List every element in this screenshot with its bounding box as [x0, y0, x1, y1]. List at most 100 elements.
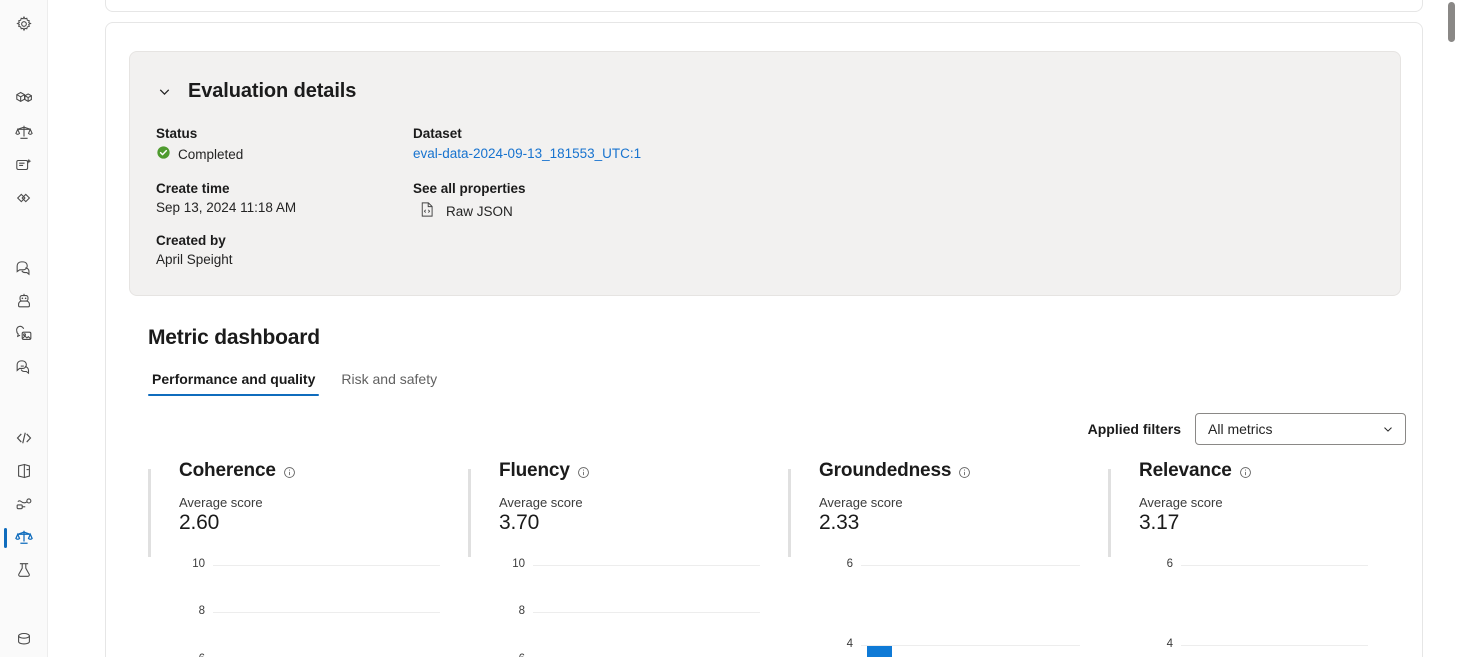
dataset-link[interactable]: eval-data-2024-09-13_181553_UTC:1: [413, 146, 641, 161]
gridline: [533, 612, 760, 613]
info-icon[interactable]: [577, 463, 590, 485]
raw-json-label: Raw JSON: [446, 203, 513, 219]
created-by-value: April Speight: [156, 252, 233, 267]
page-scrollbar-thumb[interactable]: [1448, 2, 1455, 42]
metric-title: Relevance: [1139, 460, 1232, 481]
command-toolbar: Refresh Export result Add custom chart: [105, 0, 1423, 12]
gridline: [533, 565, 760, 566]
y-tick: 4: [1166, 638, 1173, 650]
chat-icon: [15, 259, 33, 277]
info-icon[interactable]: [958, 463, 971, 485]
sidebar-item-evaluation-active[interactable]: [0, 521, 48, 554]
create-time-field: Create time Sep 13, 2024 11:18 AM: [156, 181, 406, 215]
sidebar-item-evaluations[interactable]: [0, 115, 48, 148]
sidebar-item-chat[interactable]: [0, 251, 48, 284]
y-tick: 6: [179, 653, 205, 657]
box-icon: [15, 89, 33, 107]
metric-card-header: Fluency: [499, 460, 788, 485]
code-icon: [15, 429, 33, 447]
average-score-value: 2.60: [179, 511, 220, 534]
sidebar-item-connections[interactable]: [0, 181, 48, 214]
metric-chart-fluency: 10 8 6: [499, 546, 788, 657]
evaluation-details-header[interactable]: Evaluation details: [156, 80, 356, 103]
y-tick: 6: [1166, 558, 1173, 570]
metric-chart-groundedness: 6 4: [819, 546, 1108, 657]
sidebar-item-prompt-flow[interactable]: [0, 148, 48, 181]
gridline: [861, 645, 1080, 646]
dataset-label: Dataset: [413, 126, 462, 141]
tab-performance-and-quality[interactable]: Performance and quality: [148, 368, 320, 396]
scales-icon: [14, 123, 33, 141]
status-label: Status: [156, 126, 198, 141]
y-tick: 4: [846, 638, 853, 650]
bar-0[interactable]: [867, 646, 892, 657]
sidebar-item-data[interactable]: [0, 624, 48, 657]
sidebar-item-models[interactable]: [0, 82, 48, 115]
raw-json-button[interactable]: Raw JSON: [413, 201, 973, 221]
metric-card-relevance: Relevance Average score 3.17 6 4: [1108, 460, 1428, 657]
json-document-icon: [419, 201, 435, 221]
see-all-properties-field: See all properties Raw JSON: [413, 181, 973, 221]
info-icon[interactable]: [283, 463, 296, 485]
created-by-label: Created by: [156, 233, 226, 248]
status-badge: Completed: [156, 145, 406, 163]
metric-title: Coherence: [179, 460, 276, 481]
panel-gutter: [48, 0, 105, 657]
chat-bubbles-icon: [15, 358, 33, 376]
create-time-label: Create time: [156, 181, 230, 196]
metric-card-coherence: Coherence Average score 2.60 10 8 6: [148, 460, 468, 657]
status-field: Status Completed: [156, 126, 406, 163]
info-icon[interactable]: [1239, 463, 1252, 485]
tab-risk-and-safety[interactable]: Risk and safety: [337, 368, 441, 396]
left-nav-rail: [0, 0, 48, 657]
average-score-label: Average score: [499, 495, 583, 510]
average-score-value: 3.17: [1139, 511, 1180, 534]
sidebar-item-images[interactable]: [0, 318, 48, 351]
gridline: [213, 565, 440, 566]
metric-card-groundedness: Groundedness Average score 2.33 6 4: [788, 460, 1108, 657]
sidebar-item-tracing[interactable]: [0, 487, 48, 520]
metric-card-header: Coherence: [179, 460, 468, 485]
gridline: [1181, 565, 1368, 566]
evaluation-details-column-left: Status Completed Create time Sep 13, 202…: [156, 126, 406, 267]
metric-card-header: Groundedness: [819, 460, 1108, 485]
chat-image-icon: [15, 325, 33, 343]
y-tick: 8: [518, 605, 525, 617]
links-icon: [15, 189, 33, 207]
gear-icon: [15, 15, 33, 33]
sidebar-item-experiments[interactable]: [0, 554, 48, 587]
dataset-field: Dataset eval-data-2024-09-13_181553_UTC:…: [413, 126, 973, 163]
chevron-down-icon[interactable]: [1381, 422, 1395, 436]
sidebar-item-settings[interactable]: [0, 8, 48, 41]
chevron-down-icon[interactable]: [156, 83, 173, 100]
status-value: Completed: [178, 146, 244, 162]
main-content-card: Evaluation details Status Completed Crea…: [105, 22, 1423, 657]
scales-icon: [14, 528, 33, 546]
prompt-sparkle-icon: [15, 156, 33, 174]
metric-card-header: Relevance: [1139, 460, 1428, 485]
metrics-filter-value: All metrics: [1208, 421, 1273, 437]
y-tick: 10: [512, 558, 525, 570]
y-tick: 8: [198, 605, 205, 617]
metric-dashboard-tabs: Performance and quality Risk and safety: [148, 368, 441, 396]
y-tick: 10: [192, 558, 205, 570]
metric-card-fluency: Fluency Average score 3.70 10 8 6: [468, 460, 788, 657]
evaluation-details-card: Evaluation details Status Completed Crea…: [129, 51, 1401, 296]
sidebar-item-conversations[interactable]: [0, 351, 48, 384]
sidebar-item-flows[interactable]: [0, 454, 48, 487]
gridline: [861, 565, 1080, 566]
metric-cards: Coherence Average score 2.60 10 8 6: [148, 460, 1428, 657]
page-scrollbar-track[interactable]: [1446, 0, 1458, 657]
metric-title: Groundedness: [819, 460, 952, 481]
average-score-label: Average score: [179, 495, 263, 510]
y-tick: 6: [846, 558, 853, 570]
metric-chart-relevance: 6 4: [1139, 546, 1428, 657]
average-score-label: Average score: [1139, 495, 1223, 510]
sidebar-item-code[interactable]: [0, 421, 48, 454]
tracing-icon: [15, 495, 33, 513]
metric-title: Fluency: [499, 460, 570, 481]
metrics-filter-dropdown[interactable]: All metrics: [1195, 413, 1406, 445]
y-tick: 6: [499, 653, 525, 657]
average-score-value: 2.33: [819, 511, 860, 534]
sidebar-item-agents[interactable]: [0, 285, 48, 318]
